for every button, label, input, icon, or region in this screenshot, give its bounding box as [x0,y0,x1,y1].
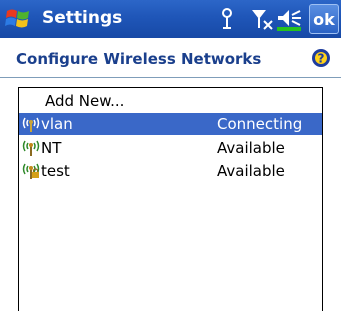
add-new-item[interactable]: Add New... [19,90,322,112]
ok-button[interactable]: ok [309,4,339,34]
network-name: test [41,162,70,180]
network-status: Available [217,162,285,180]
help-icon[interactable]: ? [311,48,331,68]
wireless-network-icon [22,117,40,132]
windows-start-icon[interactable] [4,5,32,33]
network-name: vlan [41,115,73,133]
network-item-test[interactable]: test Available [19,160,322,182]
network-status: Connecting [217,115,303,133]
page-header: Configure Wireless Networks ? [0,38,341,78]
network-name: NT [41,139,62,157]
battery-icon [277,27,301,31]
wireless-network-icon [22,140,40,156]
network-item-nt[interactable]: NT Available [19,137,322,159]
add-new-label: Add New... [45,92,125,110]
page-title: Configure Wireless Networks [16,50,262,68]
network-status: Available [217,139,285,157]
app-title: Settings [42,8,123,28]
header-divider [0,77,341,78]
signal-icon[interactable] [250,6,274,32]
title-bar: Settings ok [0,0,341,38]
volume-icon[interactable] [276,6,304,32]
connectivity-icon[interactable] [218,6,236,32]
wireless-network-icon [22,163,40,179]
wireless-networks-list[interactable]: Add New... vlan Connecting NT Available [18,87,323,311]
network-item-vlan[interactable]: vlan Connecting [19,113,322,135]
svg-text:?: ? [318,52,325,66]
